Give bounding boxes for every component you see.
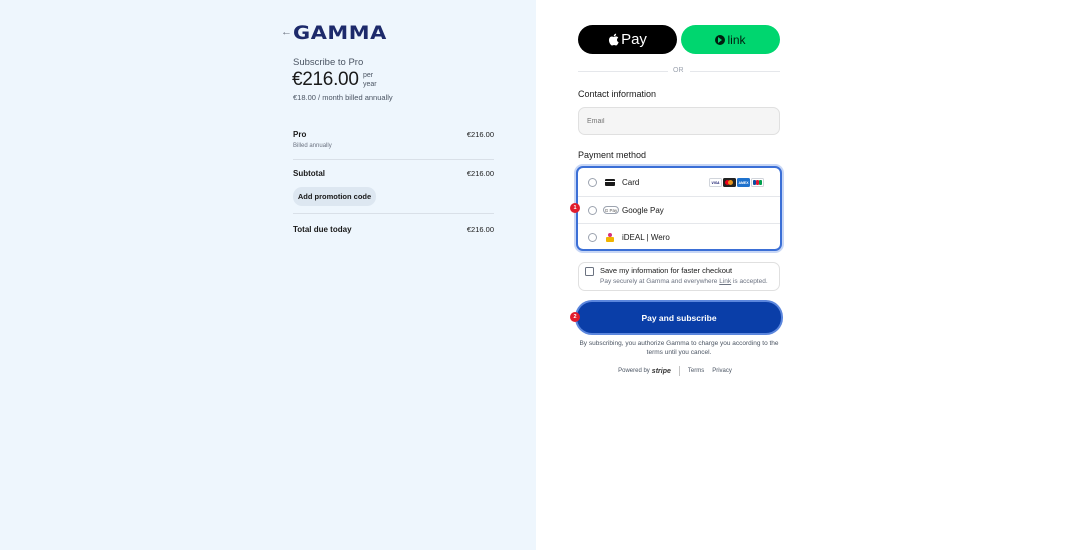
apple-pay-label: Pay xyxy=(621,31,647,48)
line-item-pro: Pro Billed annually €216.00 xyxy=(293,130,494,149)
or-divider-left xyxy=(578,71,668,72)
subtotal-label: Subtotal xyxy=(293,169,325,178)
link-arrow-icon xyxy=(715,34,726,45)
save-info-title: Save my information for faster checkout xyxy=(600,266,733,275)
arrow-left-icon[interactable]: ← xyxy=(281,27,292,38)
payment-option-label: iDEAL | Wero xyxy=(622,232,670,242)
step-badge-1: 1 xyxy=(570,203,580,213)
card-icon xyxy=(605,179,615,186)
payment-method-label: Payment method xyxy=(578,150,647,160)
subtotal-amount: €216.00 xyxy=(466,169,494,178)
pay-and-subscribe-button[interactable]: Pay and subscribe xyxy=(577,302,781,333)
card-radio[interactable] xyxy=(588,178,597,187)
apple-pay-button[interactable]: Pay xyxy=(578,25,677,54)
payment-option-card[interactable]: Card VISA AMEX xyxy=(578,169,780,196)
add-promotion-code-button[interactable]: Add promotion code xyxy=(293,187,376,206)
apple-icon xyxy=(609,33,619,46)
payment-option-label: Google Pay xyxy=(622,205,664,215)
payment-method-list: Card VISA AMEX G Pay Google Pay iDEAL | … xyxy=(576,166,782,251)
line-item-amount: €216.00 xyxy=(466,130,494,139)
or-text: OR xyxy=(673,67,684,74)
line-item-label: Pro xyxy=(293,130,307,139)
google-pay-radio[interactable] xyxy=(588,205,597,215)
amex-icon: AMEX xyxy=(737,178,750,187)
monthly-note: €18.00 / month billed annually xyxy=(293,93,393,102)
google-pay-icon: G Pay xyxy=(603,206,619,214)
price-period: per year xyxy=(363,72,377,88)
ideal-icon xyxy=(605,232,615,242)
jcb-icon xyxy=(751,178,764,187)
payment-option-ideal[interactable]: iDEAL | Wero xyxy=(578,223,780,250)
line-item-sublabel: Billed annually xyxy=(293,143,332,149)
stripe-logo: stripe xyxy=(651,367,671,375)
powered-by-stripe[interactable]: Powered by stripe xyxy=(618,368,671,375)
payment-option-google-pay[interactable]: G Pay Google Pay xyxy=(578,196,780,223)
footer: Powered by stripe Terms Privacy xyxy=(578,366,780,376)
link-text-link[interactable]: Link xyxy=(719,278,731,285)
ideal-radio[interactable] xyxy=(588,232,597,242)
visa-icon: VISA xyxy=(709,178,722,187)
gamma-logo: GAMMA xyxy=(293,22,387,44)
card-brands: VISA AMEX xyxy=(709,178,764,187)
save-info-box: Save my information for faster checkout … xyxy=(578,262,780,291)
divider xyxy=(293,159,494,160)
footer-separator xyxy=(678,366,680,376)
step-badge-2: 2 xyxy=(570,312,580,322)
payment-option-label: Card xyxy=(622,178,640,187)
email-input[interactable] xyxy=(578,107,780,135)
price: €216.00 xyxy=(292,69,359,90)
subtotal-row: Subtotal €216.00 xyxy=(293,169,494,178)
order-summary-panel: ← GAMMA Subscribe to Pro €216.00 per yea… xyxy=(0,0,536,550)
link-pay-button[interactable]: link xyxy=(681,25,780,54)
mastercard-icon xyxy=(723,178,736,187)
terms-link[interactable]: Terms xyxy=(688,368,704,374)
total-amount: €216.00 xyxy=(466,225,494,234)
authorization-note: By subscribing, you authorize Gamma to c… xyxy=(579,340,779,356)
link-label: link xyxy=(727,32,746,47)
privacy-link[interactable]: Privacy xyxy=(712,368,732,374)
subscribe-title: Subscribe to Pro xyxy=(293,57,364,68)
save-info-subtitle: Pay securely at Gamma and everywhere Lin… xyxy=(600,278,768,285)
save-info-checkbox[interactable] xyxy=(585,267,594,276)
total-row: Total due today €216.00 xyxy=(293,225,494,234)
total-label: Total due today xyxy=(293,225,352,234)
or-divider-right xyxy=(690,71,780,72)
contact-information-label: Contact information xyxy=(578,89,657,99)
divider xyxy=(293,213,494,214)
